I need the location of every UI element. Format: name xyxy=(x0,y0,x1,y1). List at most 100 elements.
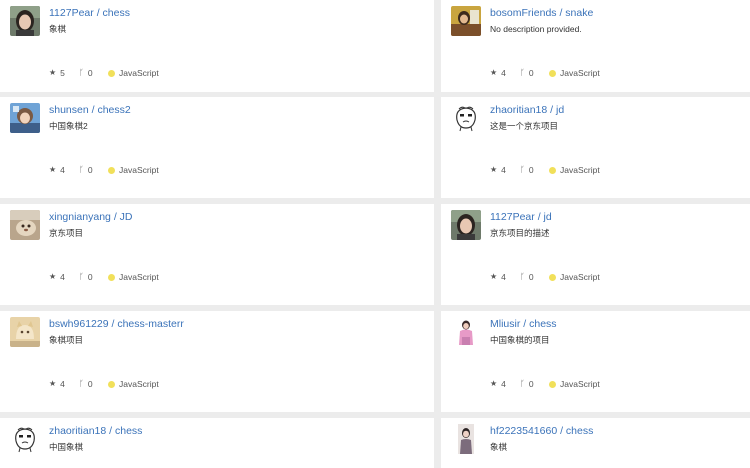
fork-icon: ᚴ xyxy=(79,379,84,388)
repo-owner[interactable]: Mliusir xyxy=(490,318,520,330)
repo-title-link[interactable]: zhaoritian18 / jd xyxy=(490,103,564,117)
repo-card[interactable]: bswh961229 / chess-masterr 象棋项目 ★ 4 ᚴ 0 JavaSc… xyxy=(0,311,434,412)
repo-card[interactable]: hf2223541660 / chess 象棋 xyxy=(441,418,750,468)
fork-icon: ᚴ xyxy=(520,68,525,77)
repo-card[interactable]: zhaoritian18 / jd 这是一个京东项目 ★ 4 ᚴ 0 JavaScript xyxy=(441,97,750,198)
owner-avatar[interactable] xyxy=(10,210,40,240)
language-color-dot xyxy=(108,273,115,281)
repo-name[interactable]: jd xyxy=(544,211,552,223)
repo-description: 象棋 xyxy=(49,24,67,34)
repo-owner[interactable]: zhaoritian18 xyxy=(49,425,106,437)
repo-name[interactable]: chess xyxy=(566,425,593,437)
owner-avatar[interactable] xyxy=(451,210,481,240)
language-label: JavaScript xyxy=(560,165,600,175)
repo-description: 象棋项目 xyxy=(49,335,84,345)
language-label: JavaScript xyxy=(560,272,600,282)
language-color-dot xyxy=(549,380,556,388)
repo-card[interactable]: bosomFriends / snake No description provi… xyxy=(441,0,750,92)
repo-description: 京东项目的描述 xyxy=(490,228,550,238)
repo-separator: / xyxy=(109,425,113,437)
repo-owner[interactable]: bosomFriends xyxy=(490,7,557,19)
fork-icon: ᚴ xyxy=(79,272,84,281)
language-label: JavaScript xyxy=(119,165,159,175)
repo-title-link[interactable]: 1127Pear / jd xyxy=(490,210,552,224)
repo-meta: ★ 4 ᚴ 0 JavaScript xyxy=(490,67,600,79)
repo-name[interactable]: chess xyxy=(103,7,130,19)
fork-icon: ᚴ xyxy=(79,68,84,77)
fork-icon: ᚴ xyxy=(79,165,84,174)
repo-card[interactable]: xingnianyang / JD 京东项目 ★ 4 ᚴ 0 JavaScript xyxy=(0,204,434,305)
repo-name[interactable]: JD xyxy=(120,211,133,223)
language-color-dot xyxy=(549,69,556,77)
repo-card[interactable]: 1127Pear / jd 京东项目的描述 ★ 4 ᚴ 0 JavaScript xyxy=(441,204,750,305)
repo-title-link[interactable]: shunsen / chess2 xyxy=(49,103,131,117)
fork-icon: ᚴ xyxy=(520,272,525,281)
repo-title-link[interactable]: xingnianyang / JD xyxy=(49,210,133,224)
repo-owner[interactable]: hf2223541660 xyxy=(490,425,557,437)
repo-name[interactable]: chess xyxy=(529,318,556,330)
repo-card[interactable]: zhaoritian18 / chess 中国象棋 xyxy=(0,418,434,468)
star-icon: ★ xyxy=(49,165,57,174)
star-icon: ★ xyxy=(490,68,498,77)
repo-name[interactable]: chess2 xyxy=(97,104,130,116)
fork-count: 0 xyxy=(87,68,93,78)
repo-description: 这是一个京东项目 xyxy=(490,121,559,131)
owner-avatar[interactable] xyxy=(451,6,481,36)
star-count: 4 xyxy=(501,68,506,78)
owner-avatar[interactable] xyxy=(451,317,481,347)
repo-description: No description provided. xyxy=(490,24,582,34)
fork-count: 0 xyxy=(528,379,534,389)
repo-owner[interactable]: zhaoritian18 xyxy=(490,104,547,116)
language-label: JavaScript xyxy=(119,379,159,389)
fork-count: 0 xyxy=(87,272,93,282)
repo-description: 京东项目 xyxy=(49,228,84,238)
star-count: 4 xyxy=(501,165,506,175)
repo-meta: ★ 5 ᚴ 0 JavaScript xyxy=(49,67,159,79)
repo-title-link[interactable]: Mliusir / chess xyxy=(490,317,557,331)
repo-owner[interactable]: shunsen xyxy=(49,104,89,116)
star-icon: ★ xyxy=(49,68,57,77)
repo-card[interactable]: Mliusir / chess 中国象棋的项目 ★ 4 ᚴ 0 JavaScript xyxy=(441,311,750,412)
repo-separator: / xyxy=(523,318,527,330)
star-count: 4 xyxy=(60,379,65,389)
repo-title-link[interactable]: bosomFriends / snake xyxy=(490,6,593,20)
repo-owner[interactable]: 1127Pear xyxy=(490,211,535,223)
star-count: 5 xyxy=(60,68,65,78)
language-label: JavaScript xyxy=(119,68,159,78)
repo-title-link[interactable]: bswh961229 / chess-masterr xyxy=(49,317,184,331)
repo-owner[interactable]: bswh961229 xyxy=(49,318,109,330)
repo-owner[interactable]: xingnianyang xyxy=(49,211,111,223)
repo-separator: / xyxy=(91,104,95,116)
fork-count: 0 xyxy=(528,68,534,78)
repo-name[interactable]: chess-masterr xyxy=(117,318,184,330)
repo-title-link[interactable]: hf2223541660 / chess xyxy=(490,424,593,438)
repo-owner[interactable]: 1127Pear xyxy=(49,7,94,19)
owner-avatar[interactable] xyxy=(10,317,40,347)
owner-avatar[interactable] xyxy=(10,103,40,133)
owner-avatar[interactable] xyxy=(451,103,481,133)
fork-count: 0 xyxy=(528,165,534,175)
star-count: 4 xyxy=(501,272,506,282)
repo-meta: ★ 4 ᚴ 0 JavaScript xyxy=(49,271,159,283)
repo-card[interactable]: shunsen / chess2 中国象棋2 ★ 4 ᚴ 0 JavaScript xyxy=(0,97,434,198)
language-color-dot xyxy=(549,273,556,281)
repo-description: 象棋 xyxy=(490,442,508,452)
owner-avatar[interactable] xyxy=(451,424,481,454)
language-color-dot xyxy=(108,166,115,174)
repo-meta: ★ 4 ᚴ 0 JavaScript xyxy=(49,378,159,390)
repo-separator: / xyxy=(113,211,117,223)
language-label: JavaScript xyxy=(560,379,600,389)
owner-avatar[interactable] xyxy=(10,424,40,454)
repo-name[interactable]: jd xyxy=(556,104,564,116)
star-count: 4 xyxy=(60,165,65,175)
owner-avatar[interactable] xyxy=(10,6,40,36)
repo-name[interactable]: chess xyxy=(115,425,142,437)
repo-name[interactable]: snake xyxy=(565,7,593,19)
repo-card[interactable]: 1127Pear / chess 象棋 ★ 5 ᚴ 0 JavaScript xyxy=(0,0,434,92)
star-icon: ★ xyxy=(49,379,57,388)
repo-meta: ★ 4 ᚴ 0 JavaScript xyxy=(49,164,159,176)
repo-title-link[interactable]: 1127Pear / chess xyxy=(49,6,130,20)
repo-description: 中国象棋的项目 xyxy=(490,335,550,345)
repo-title-link[interactable]: zhaoritian18 / chess xyxy=(49,424,142,438)
star-count: 4 xyxy=(501,379,506,389)
